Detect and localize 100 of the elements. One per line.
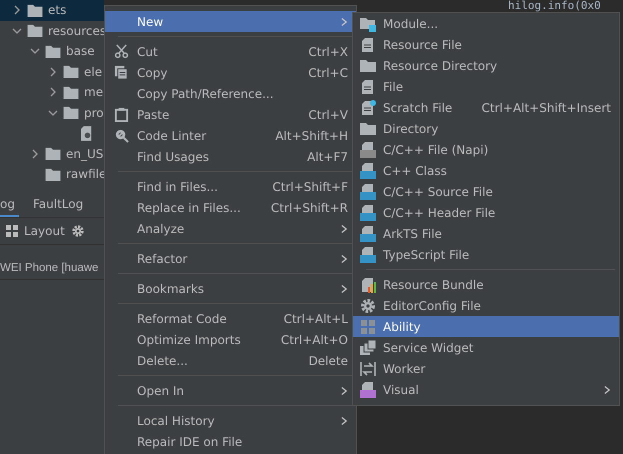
settings-icon[interactable] [70, 224, 85, 238]
tree-item[interactable]: en_US [0, 144, 104, 164]
file-icon [360, 78, 376, 94]
chevron-icon[interactable] [12, 5, 22, 16]
menu-item[interactable]: Repair IDE on File [105, 431, 356, 452]
file-icon [360, 204, 376, 220]
menu-item[interactable]: Worker [353, 358, 619, 379]
shortcut-label: Delete [308, 354, 348, 368]
shortcut-label: Ctrl+Alt+O [280, 332, 348, 346]
file-icon [360, 36, 376, 52]
menu-item[interactable]: Cut Ctrl+X [105, 41, 356, 62]
menu-item[interactable]: Resource Bundle [353, 274, 619, 295]
menu-item[interactable]: Local History [105, 410, 356, 431]
menu-item[interactable]: EditorConfig File [353, 295, 619, 316]
tree-item[interactable]: ets [0, 0, 104, 20]
menu-item[interactable]: C/C++ Source File [353, 181, 619, 202]
folder-icon [360, 120, 376, 136]
file-icon [360, 382, 376, 398]
menu-item[interactable]: C/C++ Header File [353, 202, 619, 223]
copy-icon [114, 65, 128, 80]
layout-button[interactable]: Layout [24, 224, 65, 238]
tree-item[interactable]: pro [0, 102, 104, 123]
chevron-icon[interactable] [48, 108, 58, 118]
chevron-icon[interactable] [48, 66, 58, 77]
menu-item[interactable]: Bookmarks [105, 278, 356, 299]
menu-item[interactable]: Directory [353, 118, 619, 139]
tool-window-tab[interactable]: og [0, 192, 19, 216]
arrows-icon [360, 360, 376, 376]
tree-item[interactable]: resources [0, 20, 104, 41]
grid-icon [360, 318, 376, 334]
file-icon [360, 184, 376, 200]
file-icon [360, 162, 376, 178]
chart-file-icon [360, 276, 376, 292]
shortcut-label: Ctrl+Alt+Shift+Insert [482, 100, 611, 114]
chevron-icon[interactable] [30, 46, 40, 56]
folder-icon [360, 16, 376, 32]
folder-icon [63, 65, 79, 78]
menu-item[interactable]: Module... [353, 13, 619, 34]
folder-icon [63, 106, 79, 120]
file-icon [360, 226, 376, 242]
menu-item[interactable]: Paste Ctrl+V [105, 104, 356, 125]
tree-item-label: me [84, 85, 104, 100]
folder-icon [27, 4, 43, 17]
scissors-icon [114, 44, 128, 59]
folder-icon [360, 58, 376, 74]
menu-item[interactable]: Code Linter Alt+Shift+H [105, 125, 356, 146]
menu-item[interactable]: Reformat Code Ctrl+Alt+L [105, 308, 356, 329]
tree-item[interactable]: base [0, 41, 104, 62]
menu-item[interactable]: New [105, 11, 356, 32]
menu-item[interactable]: C/C++ File (Napi) [353, 139, 619, 160]
tree-item-label: pro [84, 106, 104, 120]
chevron-icon[interactable] [12, 26, 22, 36]
tree-item[interactable]: ele [0, 62, 104, 82]
menu-item[interactable]: Open In [105, 380, 356, 401]
shortcut-label: Ctrl+Shift+F [272, 180, 348, 194]
menu-item[interactable]: Resource File [353, 34, 619, 55]
shortcut-label: Alt+Shift+H [275, 128, 348, 142]
menu-item[interactable]: TypeScript File [353, 244, 619, 265]
file-icon [360, 100, 376, 116]
tool-window-tab[interactable]: FaultLog [32, 192, 88, 216]
folder-icon [45, 147, 61, 160]
file-icon [81, 126, 94, 141]
menu-item[interactable]: C++ Class [353, 160, 619, 181]
grid-icon [6, 224, 18, 236]
stacked-cards-icon [360, 340, 376, 356]
shortcut-label: Ctrl+Shift+R [270, 200, 348, 214]
menu-item[interactable]: Analyze [105, 218, 356, 239]
folder-icon [45, 168, 61, 181]
chevron-icon[interactable] [30, 148, 40, 159]
menu-item[interactable]: Resource Directory [353, 55, 619, 76]
shortcut-label: Alt+F7 [307, 150, 348, 164]
menu-item[interactable]: Optimize Imports Ctrl+Alt+O [105, 329, 356, 350]
chevron-icon[interactable] [48, 87, 58, 98]
menu-item[interactable]: Ability [353, 316, 619, 337]
menu-item[interactable]: Delete... Delete [105, 350, 356, 371]
menu-item[interactable]: Visual [353, 379, 619, 400]
menu-item[interactable]: File [353, 76, 619, 97]
tree-item-label: ets [48, 3, 66, 18]
tree-item-label: en_US [66, 146, 104, 161]
menu-item[interactable]: Copy Ctrl+C [105, 62, 356, 83]
tree-item[interactable]: me [0, 82, 104, 102]
menu-item[interactable]: Find in Files... Ctrl+Shift+F [105, 176, 356, 197]
tree-item-label: base [66, 44, 95, 58]
code-line: hilog.info(0x0 [508, 0, 601, 12]
tree-item-label: resources [48, 24, 106, 38]
menu-item[interactable]: Copy Path/Reference... [105, 83, 356, 104]
tree-item-label: ele [84, 64, 102, 79]
folder-icon [63, 86, 79, 99]
menu-item[interactable]: Find Usages Alt+F7 [105, 146, 356, 167]
shortcut-label: Ctrl+V [308, 108, 348, 122]
menu-item[interactable]: Scratch File Ctrl+Alt+Shift+Insert [353, 97, 619, 118]
file-icon [360, 142, 376, 158]
magnifier-icon [114, 128, 128, 143]
menu-item[interactable]: Replace in Files... Ctrl+Shift+R [105, 197, 356, 218]
menu-item[interactable]: Service Widget [353, 337, 619, 358]
menu-item[interactable]: ArkTS File [353, 223, 619, 244]
folder-icon [27, 24, 43, 38]
menu-item[interactable]: Refactor [105, 248, 356, 269]
shortcut-label: Ctrl+Alt+L [284, 312, 348, 326]
gear-icon [360, 298, 376, 314]
